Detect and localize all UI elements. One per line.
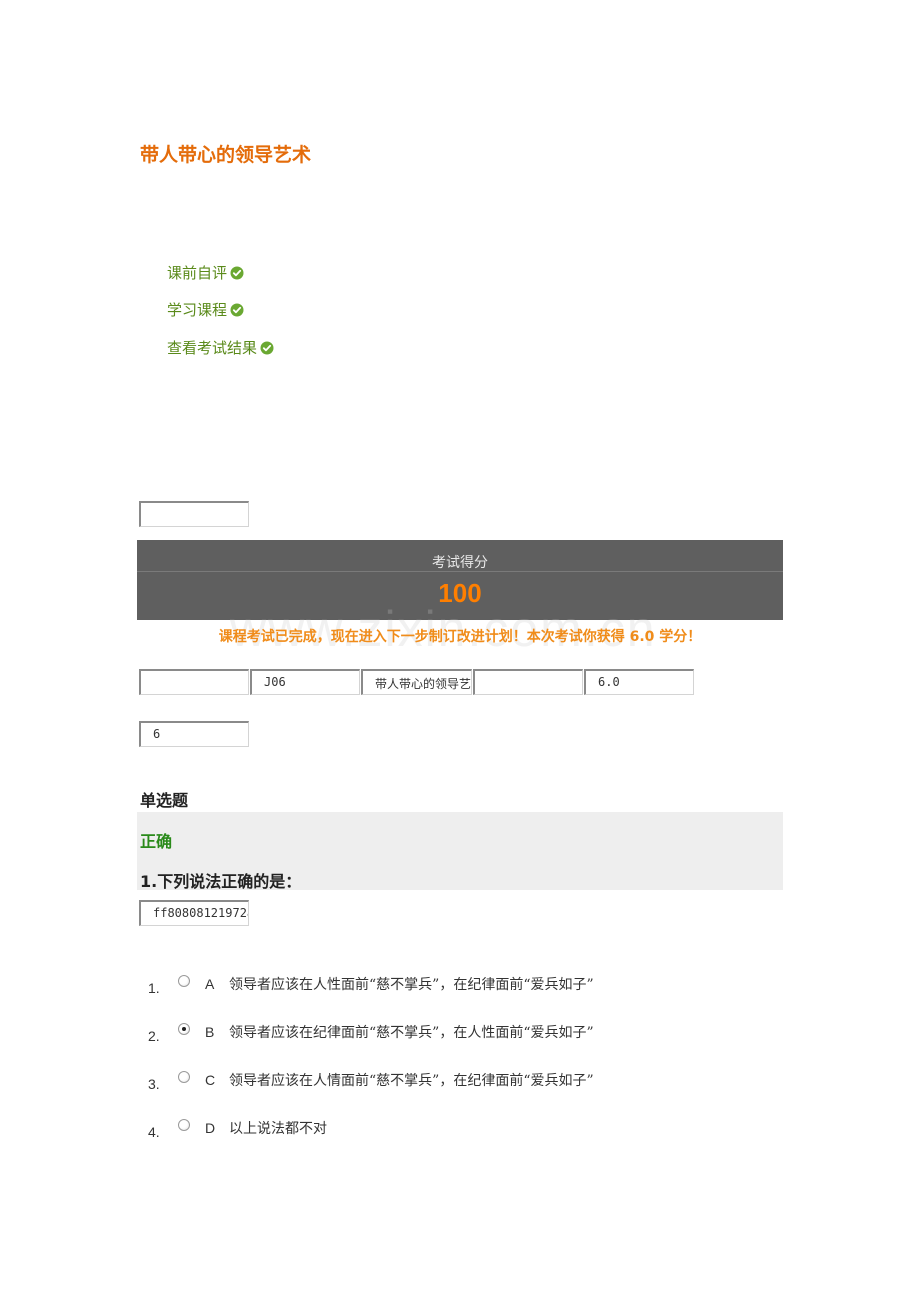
option-d[interactable]: 4. D 以上说法都不对	[148, 1117, 327, 1140]
radio-button[interactable]	[178, 1119, 190, 1131]
radio-button-selected[interactable]	[178, 1023, 190, 1035]
score-value: 100	[438, 578, 482, 608]
check-circle-icon	[260, 341, 274, 354]
score-label: 考试得分	[432, 555, 488, 571]
page: 带人带心的领导艺术 课前自评 学习课程 查看考试结果 考试得分 100 www.…	[0, 0, 920, 1302]
option-number: 3.	[148, 1076, 160, 1092]
step-label: 课前自评	[167, 264, 228, 282]
text-field-course-code[interactable]: J06	[250, 669, 360, 695]
step-label: 查看考试结果	[167, 339, 258, 357]
section-title: 单选题	[140, 791, 189, 810]
option-letter: C	[205, 1072, 216, 1088]
option-text: 领导者应该在人性面前“慈不掌兵”，在纪律面前“爱兵如子”	[229, 977, 594, 993]
option-number: 1.	[148, 980, 160, 996]
step-view-exam-results[interactable]: 查看考试结果	[167, 337, 274, 358]
question-text: 1.下列说法正确的是：	[140, 872, 302, 891]
option-letter: B	[205, 1024, 215, 1040]
question-header: 正确 1.下列说法正确的是：	[137, 812, 783, 891]
radio-button[interactable]	[178, 975, 190, 987]
score-divider	[137, 571, 783, 572]
completion-message: 课程考试已完成，现在进入下一步制订改进计划！本次考试你获得 6.0 学分！	[218, 629, 702, 645]
score-panel: 考试得分 100	[137, 540, 783, 620]
course-title: 带人带心的领导艺术	[140, 144, 312, 166]
text-field-row-4[interactable]	[473, 669, 583, 695]
step-study-course[interactable]: 学习课程	[167, 299, 244, 320]
text-field-top[interactable]	[139, 501, 249, 527]
check-circle-icon	[230, 266, 244, 279]
option-a[interactable]: 1. A 领导者应该在人性面前“慈不掌兵”，在纪律面前“爱兵如子”	[148, 973, 594, 996]
text-field-question-id[interactable]: ff80808121972a	[139, 900, 249, 926]
option-number: 2.	[148, 1028, 160, 1044]
option-c[interactable]: 3. C 领导者应该在人情面前“慈不掌兵”，在纪律面前“爱兵如子”	[148, 1069, 594, 1092]
option-letter: D	[205, 1120, 216, 1136]
option-text: 领导者应该在人情面前“慈不掌兵”，在纪律面前“爱兵如子”	[229, 1073, 594, 1089]
option-letter: A	[205, 976, 215, 992]
option-text: 以上说法都不对	[229, 1121, 327, 1137]
check-circle-icon	[230, 303, 244, 316]
text-field-course-name[interactable]: 带人带心的领导艺术	[361, 669, 472, 695]
option-number: 4.	[148, 1124, 160, 1140]
step-self-assessment[interactable]: 课前自评	[167, 262, 244, 283]
text-field-row-1[interactable]	[139, 669, 249, 695]
option-b[interactable]: 2. B 领导者应该在纪律面前“慈不掌兵”，在人性面前“爱兵如子”	[148, 1021, 594, 1044]
text-field-count[interactable]: 6	[139, 721, 249, 747]
text-field-credits[interactable]: 6.0	[584, 669, 694, 695]
step-label: 学习课程	[167, 301, 228, 319]
status-badge: 正确	[140, 832, 173, 851]
radio-button[interactable]	[178, 1071, 190, 1083]
option-text: 领导者应该在纪律面前“慈不掌兵”，在人性面前“爱兵如子”	[229, 1025, 594, 1041]
